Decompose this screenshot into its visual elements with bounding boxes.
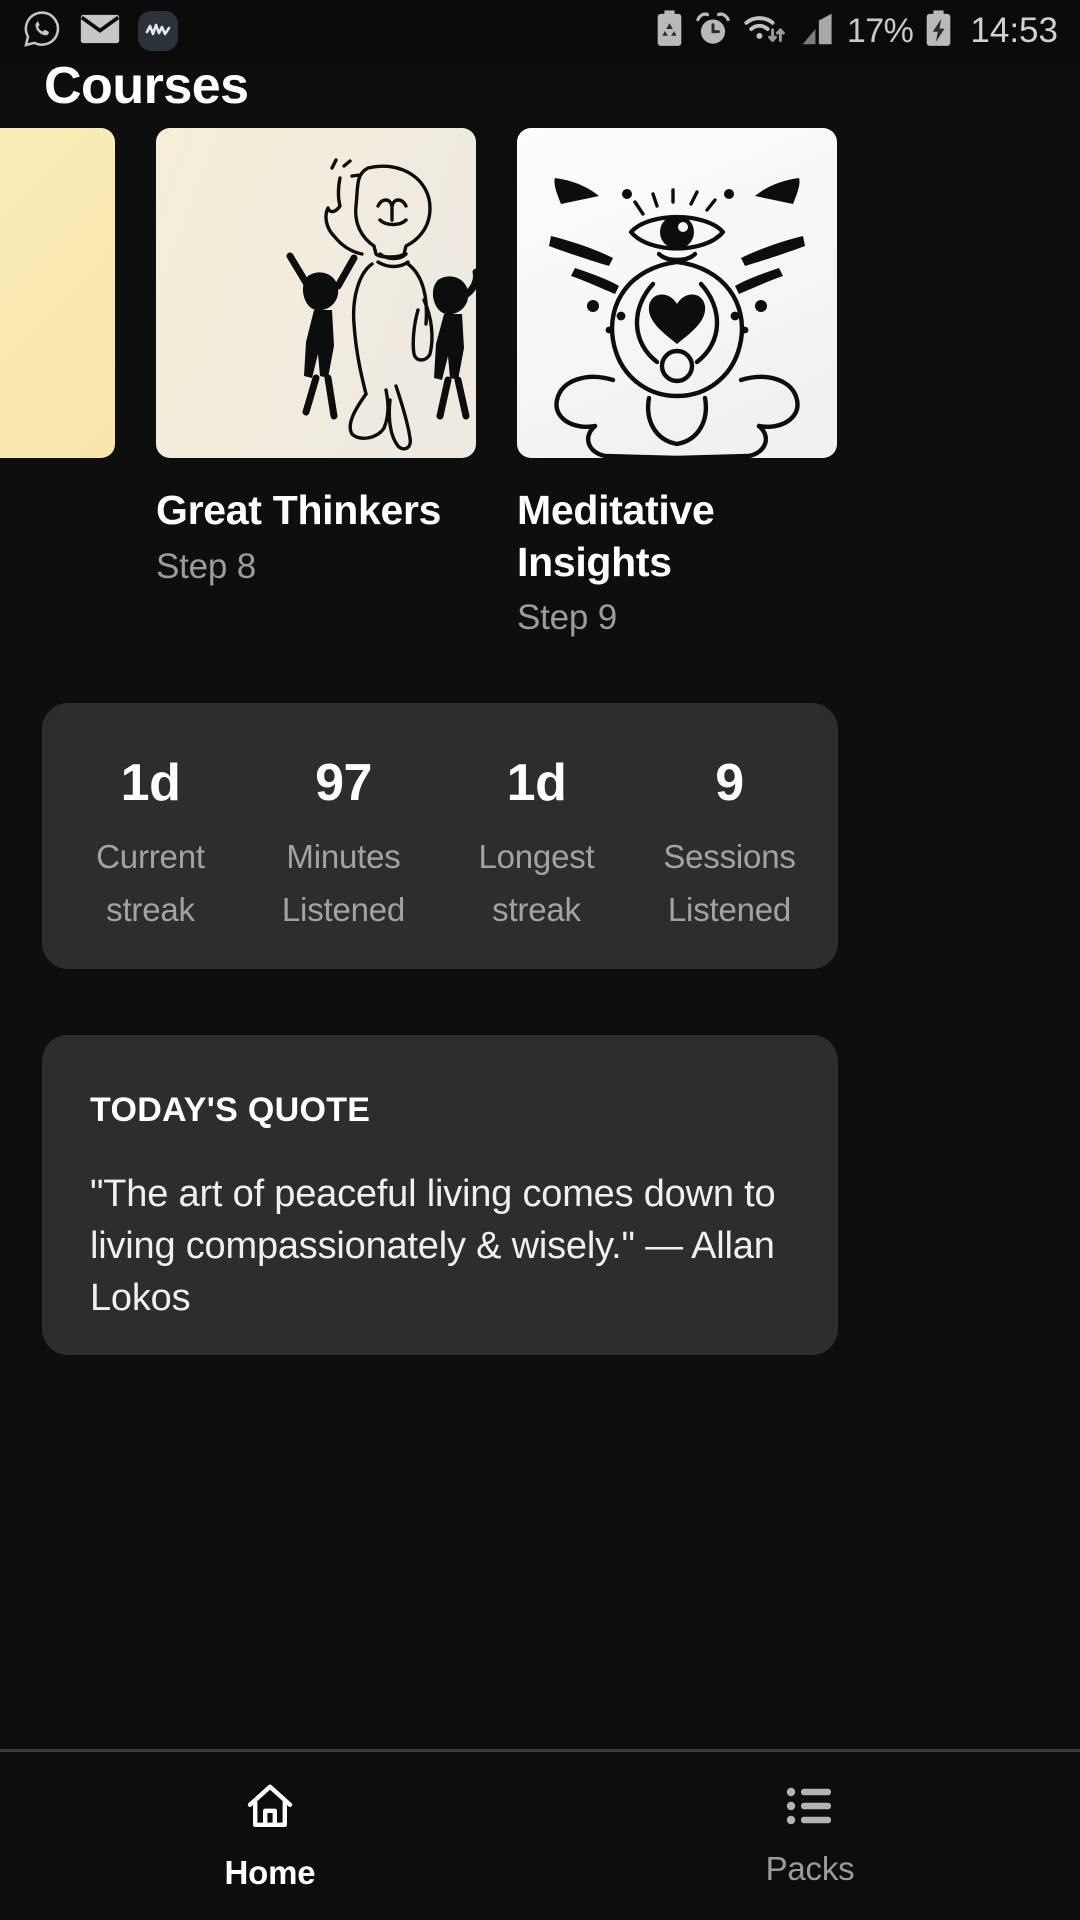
lotus-flower-illustration: [0, 128, 115, 458]
stat-label-line2: streak: [492, 890, 581, 928]
status-bar-right-icons: 17% 14:53: [656, 9, 1058, 53]
courses-carousel[interactable]: Great Thinkers Step 8 Meditative Insight…: [0, 128, 1080, 648]
battery-saver-icon: [656, 9, 683, 53]
stat-value: 1d: [120, 754, 181, 812]
quote-text: "The art of peaceful living comes down t…: [90, 1173, 776, 1320]
home-icon: [244, 1780, 296, 1837]
quote-heading: TODAY'S QUOTE: [90, 1091, 371, 1129]
app-notification-icon: [138, 11, 178, 51]
cell-signal-icon: [801, 12, 835, 51]
stat-label-line2: Listened: [281, 890, 406, 928]
nav-item-label: Packs: [765, 1850, 855, 1887]
course-card-lotus[interactable]: [0, 128, 115, 648]
stat-label-line1: Current: [96, 838, 205, 875]
stat-current-streak: 1d Current streak: [54, 753, 247, 937]
status-bar-left-icons: [22, 9, 178, 54]
stat-label: Longest streak: [440, 831, 633, 937]
battery-percent-label: 17%: [846, 11, 914, 50]
course-card-great-thinkers[interactable]: Great Thinkers Step 8: [156, 128, 476, 648]
page-title: Courses: [44, 57, 249, 115]
stat-label-line2: Listened: [667, 890, 792, 928]
nav-item-packs[interactable]: Packs: [540, 1784, 1080, 1888]
nav-item-home[interactable]: Home: [0, 1780, 540, 1892]
gmail-icon: [80, 13, 120, 50]
wifi-icon: [743, 11, 789, 52]
thinker-with-lightbulb-head-illustration: [156, 128, 476, 458]
list-icon: [785, 1784, 835, 1833]
bottom-navigation-bar: Home Packs: [0, 1752, 1080, 1920]
stat-label-line1: Minutes: [286, 838, 401, 875]
course-step: Step 8: [156, 546, 256, 586]
course-title: Great Thinkers: [156, 487, 442, 533]
course-thumbnail[interactable]: [156, 128, 476, 458]
stat-label-line1: Longest: [478, 838, 595, 875]
clock-label: 14:53: [970, 11, 1058, 50]
course-title: Meditative Insights: [517, 487, 715, 585]
stat-longest-streak: 1d Longest streak: [440, 753, 633, 937]
app-screen: 17% 14:53 Courses Great Thinkers Step 8 …: [0, 0, 1080, 1920]
course-thumbnail[interactable]: [0, 128, 115, 458]
stats-card: 1d Current streak 97 Minutes Listened 1d…: [42, 703, 838, 969]
stat-label: Sessions Listened: [633, 831, 826, 937]
stat-value: 1d: [506, 754, 567, 812]
stat-label: Current streak: [54, 831, 247, 937]
stat-label: Minutes Listened: [247, 831, 440, 937]
todays-quote-card: TODAY'S QUOTE "The art of peaceful livin…: [42, 1035, 838, 1355]
third-eye-meditation-illustration: [517, 128, 837, 458]
stat-minutes-listened: 97 Minutes Listened: [247, 753, 440, 937]
stat-value: 9: [715, 754, 744, 812]
stat-label-line1: Sessions: [663, 838, 796, 875]
course-thumbnail[interactable]: [517, 128, 837, 458]
course-card-meditative-insights[interactable]: Meditative Insights Step 9: [517, 128, 837, 648]
stat-sessions-listened: 9 Sessions Listened: [633, 753, 826, 937]
nav-item-label: Home: [224, 1854, 316, 1891]
battery-charging-icon: [925, 9, 952, 53]
whatsapp-icon: [22, 9, 62, 54]
status-bar: 17% 14:53: [0, 0, 1080, 62]
stat-label-line2: streak: [106, 890, 195, 928]
alarm-icon: [695, 11, 731, 52]
stat-value: 97: [315, 754, 372, 812]
course-step: Step 9: [517, 598, 617, 638]
